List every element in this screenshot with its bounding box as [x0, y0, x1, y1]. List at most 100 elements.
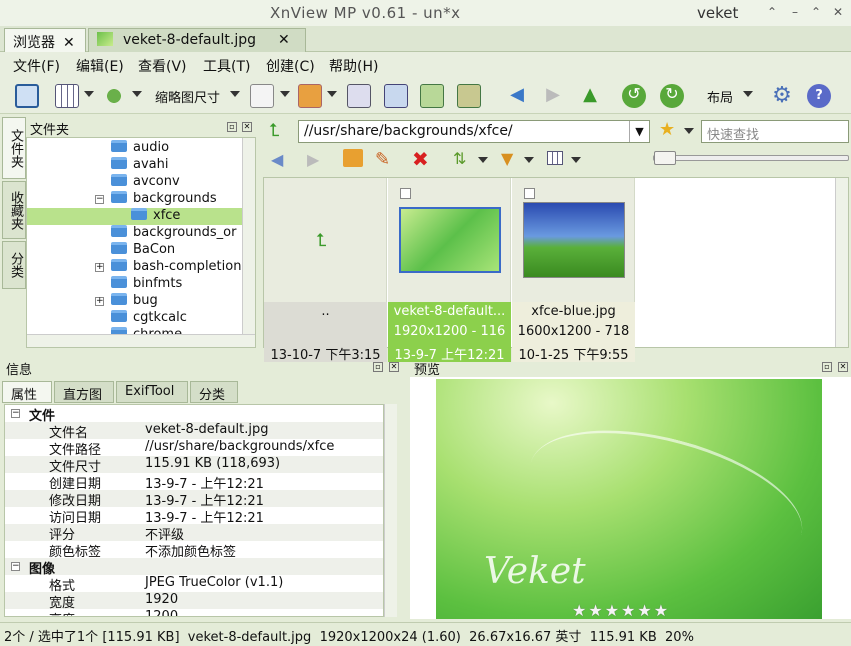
up-icon[interactable]: ▲: [578, 84, 602, 108]
float-icon[interactable]: ▫: [822, 362, 832, 372]
select-checkbox[interactable]: [400, 188, 411, 199]
chevron-down-icon[interactable]: [524, 157, 534, 163]
thumb-parent[interactable]: ⮤ .. 13-10-7 下午3:15: [264, 178, 387, 362]
tree-item-bash-completion[interactable]: bash-completion: [111, 259, 241, 276]
thumb-veket[interactable]: veket-8-default... 1920x1200 - 116 13-9-…: [388, 178, 511, 362]
tab-image[interactable]: veket-8-default.jpg ✕: [88, 28, 306, 52]
sort-icon[interactable]: ⇅: [453, 149, 466, 168]
back-icon[interactable]: ◀: [271, 150, 283, 169]
chevron-down-icon[interactable]: [132, 91, 142, 97]
settings-gear-icon[interactable]: ⚙: [770, 84, 794, 108]
back-icon[interactable]: ◀: [505, 84, 529, 108]
float-icon[interactable]: ▫: [373, 362, 383, 372]
close-window-icon[interactable]: ✕: [831, 5, 845, 19]
view-mode-icon[interactable]: [55, 84, 79, 108]
delete-icon[interactable]: ✖: [412, 147, 429, 171]
rotate-left-icon[interactable]: ↺: [622, 84, 646, 108]
slider-handle[interactable]: [654, 151, 676, 165]
tree-item-cgtkcalc[interactable]: cgtkcalc: [111, 310, 187, 327]
filter-funnel-icon[interactable]: ▼: [501, 149, 513, 168]
side-tab-categories[interactable]: 分类: [2, 241, 26, 289]
tree-item-backgrounds[interactable]: backgrounds: [111, 191, 217, 208]
rating-stars[interactable]: ★★★★★★: [572, 601, 670, 620]
tree-item-binfmts[interactable]: binfmts: [111, 276, 182, 293]
preview-image[interactable]: Veket ★★★★★★: [436, 379, 822, 620]
group-image[interactable]: − 图像: [5, 558, 383, 577]
close-tab-icon[interactable]: ✕: [63, 35, 75, 51]
props-vscrollbar[interactable]: [384, 404, 397, 617]
tree-item-avahi[interactable]: avahi: [111, 157, 168, 174]
camera-icon[interactable]: [384, 84, 408, 108]
tree-item-avconv[interactable]: avconv: [111, 174, 180, 191]
collapse-icon[interactable]: −: [95, 195, 104, 204]
maximize-icon[interactable]: ⌃: [809, 5, 823, 19]
tree-item-xfce[interactable]: xfce: [27, 208, 243, 225]
help-icon[interactable]: ?: [807, 84, 831, 108]
up-folder-icon[interactable]: ⮤: [269, 120, 280, 141]
minimize-icon[interactable]: –: [788, 5, 802, 19]
menu-file[interactable]: 文件(F): [13, 56, 60, 76]
filter-icon[interactable]: [250, 84, 274, 108]
tab-properties[interactable]: 属性: [2, 381, 52, 403]
sort-icon[interactable]: [102, 84, 126, 108]
chevron-down-icon[interactable]: [743, 91, 753, 97]
tree-hscrollbar[interactable]: [27, 334, 255, 347]
expand-icon[interactable]: +: [95, 297, 104, 306]
chevron-down-icon[interactable]: [478, 157, 488, 163]
collapse-icon[interactable]: −: [11, 562, 20, 571]
status-filesize: 115.91 KB: [589, 630, 657, 645]
thumb-size-button[interactable]: 缩略图尺寸: [155, 87, 220, 106]
chevron-down-icon[interactable]: [327, 91, 337, 97]
star-icon[interactable]: ★: [659, 119, 675, 140]
chevron-down-icon[interactable]: [684, 128, 694, 134]
close-tab-icon[interactable]: ✕: [278, 32, 290, 48]
tree-icon[interactable]: [347, 84, 371, 108]
rename-icon[interactable]: ✎: [375, 149, 390, 170]
fullscreen-icon[interactable]: [15, 84, 39, 108]
select-checkbox[interactable]: [524, 188, 535, 199]
forward-icon[interactable]: ▶: [307, 150, 319, 169]
group-file[interactable]: − 文件: [5, 405, 383, 424]
forward-icon[interactable]: ▶: [541, 84, 565, 108]
tree-item-audio[interactable]: audio: [111, 140, 169, 157]
quick-search-input[interactable]: 快速查找: [701, 120, 849, 143]
menu-help[interactable]: 帮助(H): [329, 56, 378, 76]
export-icon[interactable]: [457, 84, 481, 108]
expand-icon[interactable]: +: [95, 263, 104, 272]
tab-histogram[interactable]: 直方图: [54, 381, 114, 403]
chevron-down-icon[interactable]: [280, 91, 290, 97]
chevron-down-icon[interactable]: [571, 157, 581, 163]
side-tab-favorites[interactable]: 收藏夹: [2, 181, 26, 239]
tree-vscrollbar[interactable]: [242, 138, 255, 335]
side-tab-folders[interactable]: 文件夹: [2, 117, 26, 179]
menu-create[interactable]: 创建(C): [266, 56, 315, 76]
rotate-right-icon[interactable]: ↻: [660, 84, 684, 108]
float-icon[interactable]: ▫: [227, 122, 237, 132]
chevron-down-icon[interactable]: [84, 91, 94, 97]
chevron-down-icon[interactable]: ▼: [629, 121, 649, 142]
menu-tools[interactable]: 工具(T): [203, 56, 250, 76]
tree-item-bacon[interactable]: BaCon: [111, 242, 175, 259]
tab-exiftool[interactable]: ExifTool: [116, 381, 188, 403]
import-icon[interactable]: [420, 84, 444, 108]
tab-categories[interactable]: 分类: [190, 381, 238, 403]
tab-browser[interactable]: 浏览器 ✕: [4, 28, 86, 52]
menu-edit[interactable]: 编辑(E): [76, 56, 124, 76]
menu-view[interactable]: 查看(V): [138, 56, 187, 76]
close-panel-icon[interactable]: ✕: [838, 362, 848, 372]
collapse-icon[interactable]: −: [11, 409, 20, 418]
chevron-down-icon[interactable]: [230, 91, 240, 97]
new-folder-icon[interactable]: [343, 149, 363, 167]
grid-view-icon[interactable]: [547, 151, 563, 165]
thumb-size-slider[interactable]: [653, 151, 849, 165]
thumbs-vscrollbar[interactable]: [835, 178, 848, 347]
tree-item-bug[interactable]: bug: [111, 293, 158, 310]
layout-button[interactable]: 布局: [707, 87, 733, 106]
thumb-xfce-blue[interactable]: xfce-blue.jpg 1600x1200 - 718 10-1-25 下午…: [512, 178, 635, 362]
bookmark-icon[interactable]: [298, 84, 322, 108]
close-panel-icon[interactable]: ✕: [389, 362, 399, 372]
close-panel-icon[interactable]: ✕: [242, 122, 252, 132]
path-input[interactable]: //usr/share/backgrounds/xfce/▼: [298, 120, 650, 143]
shade-icon[interactable]: ⌃: [765, 5, 779, 19]
tree-item-backgrounds-or[interactable]: backgrounds_or: [111, 225, 236, 242]
